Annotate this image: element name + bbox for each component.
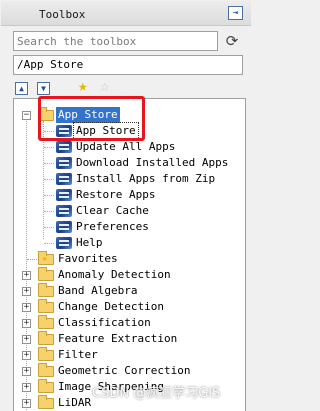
refresh-icon[interactable]: ⟳ xyxy=(222,31,242,51)
folder-icon xyxy=(38,379,54,393)
tree-item-label: Clear Cache xyxy=(76,204,149,217)
folder-icon xyxy=(38,331,54,345)
tree-item-label: LiDAR xyxy=(58,396,92,409)
tree-item-label: Geometric Correction xyxy=(58,364,191,377)
folder-icon xyxy=(38,395,54,409)
tree-item-band-algebra[interactable]: + Band Algebra xyxy=(14,283,245,299)
tree-item-label: Install Apps from Zip xyxy=(76,172,216,185)
expand-node-icon[interactable]: + xyxy=(22,303,31,312)
folder-icon xyxy=(38,315,54,329)
tree-item-classification[interactable]: + Classification xyxy=(14,315,245,331)
app-tool-icon xyxy=(56,221,72,233)
tree-item-change-detection[interactable]: + Change Detection xyxy=(14,299,245,315)
search-input[interactable] xyxy=(13,31,218,51)
star-outline-icon[interactable]: ☆ xyxy=(100,77,110,95)
tree-item-label: Band Algebra xyxy=(58,284,138,297)
app-tool-icon xyxy=(56,173,72,185)
watermark-text: CSDN @疯狂学习GIS xyxy=(92,386,221,401)
tree-item-install-apps-from-zip[interactable]: Install Apps from Zip xyxy=(14,171,245,187)
tree-item-label: Restore Apps xyxy=(76,188,156,201)
dock-icon[interactable]: ⇥ xyxy=(228,6,243,20)
favorites-star-icon: ★ xyxy=(42,254,48,264)
path-field[interactable]: /App Store xyxy=(13,55,243,75)
tree-item-label: Favorites xyxy=(58,252,118,265)
expand-all-icon[interactable]: ▼ xyxy=(37,82,50,95)
app-tool-icon xyxy=(56,141,72,153)
app-tool-icon xyxy=(56,237,72,249)
expand-node-icon[interactable]: + xyxy=(22,367,31,376)
toolbox-tree: − App Store App Store Update All Apps Do… xyxy=(13,98,246,411)
collapse-all-icon[interactable]: ▲ xyxy=(15,82,28,95)
folder-icon xyxy=(38,363,54,377)
expand-node-icon[interactable]: + xyxy=(22,399,31,408)
highlight-annotation-box xyxy=(38,96,145,141)
path-value: /App Store xyxy=(17,58,84,71)
folder-icon xyxy=(38,347,54,361)
tree-item-anomaly-detection[interactable]: + Anomaly Detection xyxy=(14,267,245,283)
tree-item-filter[interactable]: + Filter xyxy=(14,347,245,363)
tree-item-feature-extraction[interactable]: + Feature Extraction xyxy=(14,331,245,347)
tree-item-label: Download Installed Apps xyxy=(76,156,229,169)
tree-item-label: Feature Extraction xyxy=(58,332,178,345)
collapse-node-icon[interactable]: − xyxy=(22,111,31,120)
tree-item-download-installed-apps[interactable]: Download Installed Apps xyxy=(14,155,245,171)
tree-item-label: Help xyxy=(76,236,103,249)
tree-item-label: Classification xyxy=(58,316,151,329)
tree-item-geometric-correction[interactable]: + Geometric Correction xyxy=(14,363,245,379)
tree-item-help[interactable]: Help xyxy=(14,235,245,251)
app-tool-icon xyxy=(56,205,72,217)
tree-item-update-all-apps[interactable]: Update All Apps xyxy=(14,139,245,155)
expand-node-icon[interactable]: + xyxy=(22,351,31,360)
app-tool-icon xyxy=(56,189,72,201)
tree-item-restore-apps[interactable]: Restore Apps xyxy=(14,187,245,203)
folder-icon xyxy=(38,283,54,297)
tree-item-label: Filter xyxy=(58,348,98,361)
expand-node-icon[interactable]: + xyxy=(22,335,31,344)
expand-node-icon[interactable]: + xyxy=(22,319,31,328)
tree-item-label: Change Detection xyxy=(58,300,164,313)
app-tool-icon xyxy=(56,157,72,169)
tree-item-label: Anomaly Detection xyxy=(58,268,171,281)
tree-item-favorites[interactable]: ★ Favorites xyxy=(14,251,245,267)
expand-node-icon[interactable]: + xyxy=(22,383,31,392)
tree-item-label: Update All Apps xyxy=(76,140,176,153)
folder-icon xyxy=(38,299,54,313)
expand-node-icon[interactable]: + xyxy=(22,271,31,280)
tree-item-preferences[interactable]: Preferences xyxy=(14,219,245,235)
expand-node-icon[interactable]: + xyxy=(22,287,31,296)
window-title: Toolbox xyxy=(39,8,86,21)
folder-icon xyxy=(38,267,54,281)
star-filled-icon[interactable]: ★ xyxy=(78,77,88,95)
tree-item-label: Preferences xyxy=(76,220,149,233)
tree-item-clear-cache[interactable]: Clear Cache xyxy=(14,203,245,219)
title-bar: Toolbox ⇥ xyxy=(1,1,251,26)
